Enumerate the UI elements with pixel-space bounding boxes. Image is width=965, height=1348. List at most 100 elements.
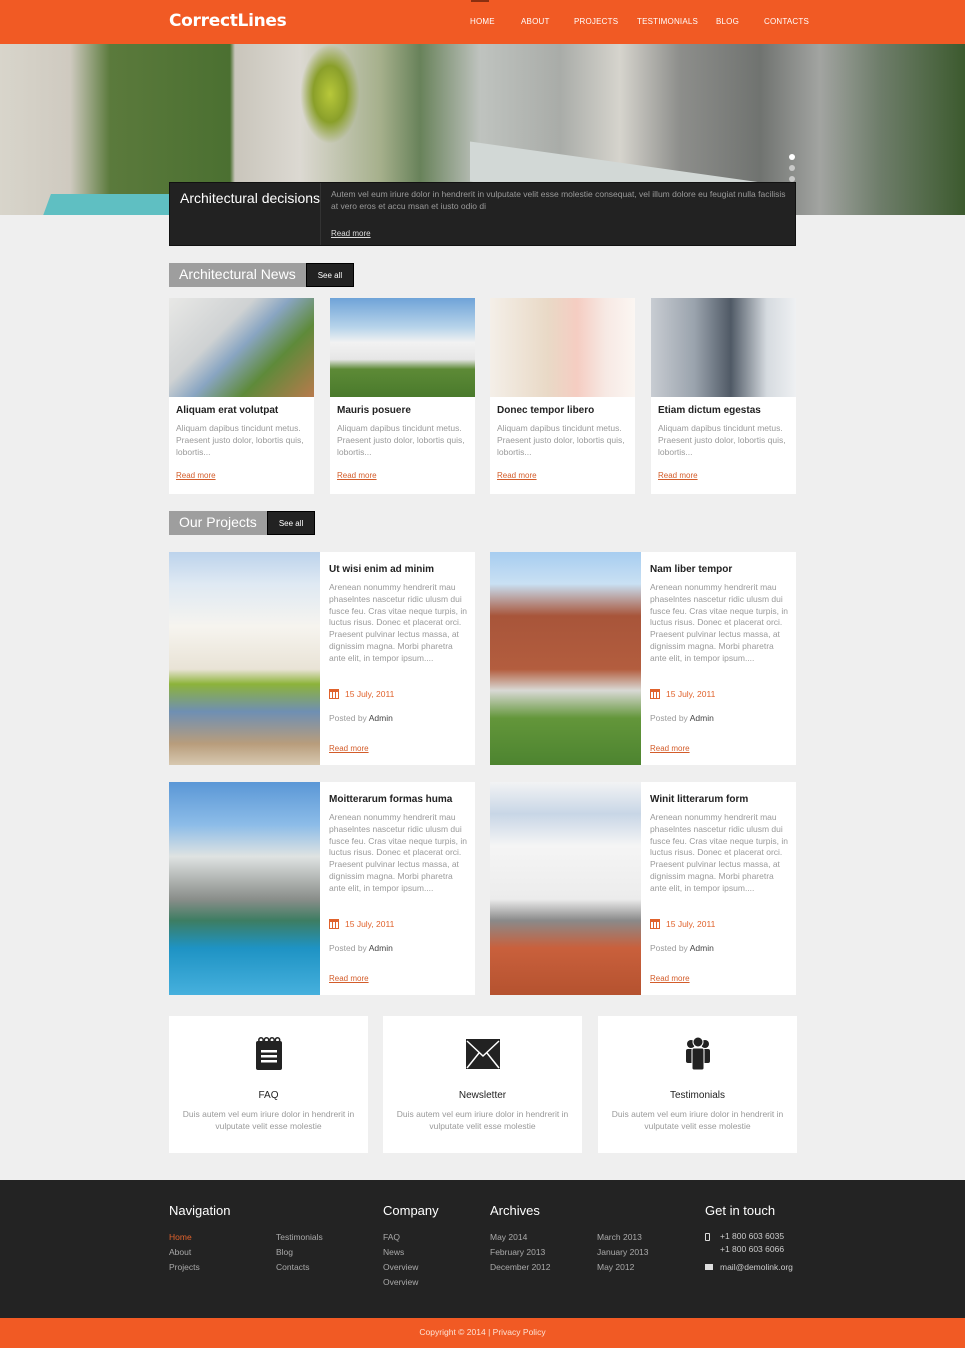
project-title[interactable]: Moitterarum formas huma (329, 794, 452, 805)
project-image[interactable] (490, 782, 641, 995)
project-author: Posted by Admin (329, 713, 393, 723)
project-text: Arenean nonummy hendrerit mau phaselntes… (329, 812, 467, 893)
calendar-icon (650, 689, 660, 699)
footer-link-projects[interactable]: Projects (169, 1262, 200, 1272)
footer-link-home[interactable]: Home (169, 1232, 192, 1242)
footer-link-contacts[interactable]: Contacts (276, 1262, 310, 1272)
project-author: Posted by Admin (650, 713, 714, 723)
news-card: Mauris posuere Aliquam dapibus tincidunt… (330, 298, 475, 494)
projects-see-all-button[interactable]: See all (266, 511, 316, 535)
news-read-more[interactable]: Read more (337, 471, 377, 480)
feature-newsletter[interactable]: Newsletter Duis autem vel eum iriure dol… (383, 1016, 582, 1153)
footer-contact-title: Get in touch (705, 1203, 776, 1218)
archive-link[interactable]: January 2013 (597, 1247, 649, 1257)
footer-archives-title: Archives (490, 1203, 540, 1218)
news-card: Etiam dictum egestas Aliquam dapibus tin… (651, 298, 796, 494)
news-card-text: Aliquam dapibus tincidunt metus. Praesen… (176, 423, 304, 457)
news-image[interactable] (490, 298, 635, 397)
nav-contacts[interactable]: CONTACTS (764, 17, 809, 26)
archive-link[interactable]: February 2013 (490, 1247, 545, 1257)
contact-phone-1: +1 800 603 6035 (720, 1231, 785, 1241)
archive-link[interactable]: May 2012 (597, 1262, 634, 1272)
project-author: Posted by Admin (650, 943, 714, 953)
project-text: Arenean nonummy hendrerit mau phaselntes… (650, 812, 788, 893)
project-title[interactable]: Nam liber tempor (650, 564, 732, 575)
news-card-text: Aliquam dapibus tincidunt metus. Praesen… (337, 423, 465, 457)
project-read-more[interactable]: Read more (329, 744, 369, 753)
footer: Navigation Home About Projects Testimoni… (0, 1180, 965, 1318)
feature-faq[interactable]: FAQ Duis autem vel eum iriure dolor in h… (169, 1016, 368, 1153)
copyright-text: Copyright © 2014 (419, 1327, 486, 1337)
news-image[interactable] (330, 298, 475, 397)
news-image[interactable] (651, 298, 796, 397)
project-read-more[interactable]: Read more (650, 744, 690, 753)
envelope-icon (466, 1039, 500, 1069)
feature-title: Testimonials (669, 1090, 726, 1101)
projects-title: Our Projects (169, 511, 267, 535)
news-card-text: Aliquam dapibus tincidunt metus. Praesen… (497, 423, 625, 457)
people-icon (686, 1036, 710, 1071)
feature-text: Duis autem vel eum iriure dolor in hendr… (182, 1109, 355, 1131)
caption-divider (320, 183, 321, 245)
header: CorrectLines HOME ABOUT PROJECTS TESTIMO… (0, 0, 965, 44)
footer-link-news[interactable]: News (383, 1247, 404, 1257)
news-see-all-button[interactable]: See all (305, 263, 355, 287)
nav-blog[interactable]: BLOG (716, 17, 739, 26)
feature-testimonials[interactable]: Testimonials Duis autem vel eum iriure d… (598, 1016, 797, 1153)
archive-link[interactable]: December 2012 (490, 1262, 550, 1272)
project-title[interactable]: Ut wisi enim ad minim (329, 564, 434, 575)
project-image[interactable] (169, 552, 320, 765)
notepad-icon (256, 1037, 282, 1070)
footer-company-title: Company (383, 1203, 439, 1218)
news-image[interactable] (169, 298, 314, 397)
slider-text: Autem vel eum iriure dolor in hendrerit … (331, 189, 786, 211)
project-date: 15 July, 2011 (650, 689, 715, 699)
project-date: 15 July, 2011 (650, 919, 715, 929)
project-author: Posted by Admin (329, 943, 393, 953)
contact-email[interactable]: mail@demolink.org (720, 1262, 793, 1272)
news-read-more[interactable]: Read more (658, 471, 698, 480)
news-card-title[interactable]: Donec tempor libero (497, 405, 594, 416)
footer-link-faq[interactable]: FAQ (383, 1232, 400, 1242)
site-logo[interactable]: CorrectLines (169, 11, 287, 31)
project-card: Nam liber tempor Arenean nonummy hendrer… (490, 552, 796, 765)
archive-link[interactable]: March 2013 (597, 1232, 642, 1242)
project-date: 15 July, 2011 (329, 689, 394, 699)
calendar-icon (329, 689, 339, 699)
slider-dot-2[interactable] (789, 165, 795, 171)
news-card: Donec tempor libero Aliquam dapibus tinc… (490, 298, 635, 494)
copyright-bar: Copyright © 2014 | Privacy Policy (0, 1318, 965, 1348)
contact-phone-2: +1 800 603 6066 (720, 1244, 785, 1254)
nav-testimonials[interactable]: TESTIMONIALS (637, 17, 698, 26)
nav-projects[interactable]: PROJECTS (574, 17, 618, 26)
news-read-more[interactable]: Read more (176, 471, 216, 480)
project-image[interactable] (490, 552, 641, 765)
project-card: Winit litterarum form Arenean nonummy he… (490, 782, 796, 995)
footer-link-overview[interactable]: Overview (383, 1262, 418, 1272)
nav-home[interactable]: HOME (470, 17, 495, 26)
footer-link-about[interactable]: About (169, 1247, 191, 1257)
news-card-title[interactable]: Aliquam erat volutpat (176, 405, 278, 416)
footer-link-blog[interactable]: Blog (276, 1247, 293, 1257)
footer-navigation-title: Navigation (169, 1203, 231, 1218)
project-read-more[interactable]: Read more (329, 974, 369, 983)
privacy-policy-link[interactable]: Privacy Policy (493, 1327, 546, 1337)
news-card-title[interactable]: Etiam dictum egestas (658, 405, 761, 416)
news-card-title[interactable]: Mauris posuere (337, 405, 411, 416)
feature-title: Newsletter (458, 1090, 507, 1101)
footer-link-overview-2[interactable]: Overview (383, 1277, 418, 1287)
slider-read-more[interactable]: Read more (331, 229, 371, 238)
footer-link-testimonials[interactable]: Testimonials (276, 1232, 323, 1242)
feature-title: FAQ (258, 1090, 279, 1101)
project-title[interactable]: Winit litterarum form (650, 794, 748, 805)
project-date: 15 July, 2011 (329, 919, 394, 929)
active-nav-indicator (471, 0, 489, 2)
slider-dot-1[interactable] (789, 154, 795, 160)
slider-title: Architectural decisions (180, 190, 321, 206)
archive-link[interactable]: May 2014 (490, 1232, 527, 1242)
project-read-more[interactable]: Read more (650, 974, 690, 983)
news-read-more[interactable]: Read more (497, 471, 537, 480)
feature-text: Duis autem vel eum iriure dolor in hendr… (611, 1109, 784, 1131)
project-image[interactable] (169, 782, 320, 995)
nav-about[interactable]: ABOUT (521, 17, 550, 26)
